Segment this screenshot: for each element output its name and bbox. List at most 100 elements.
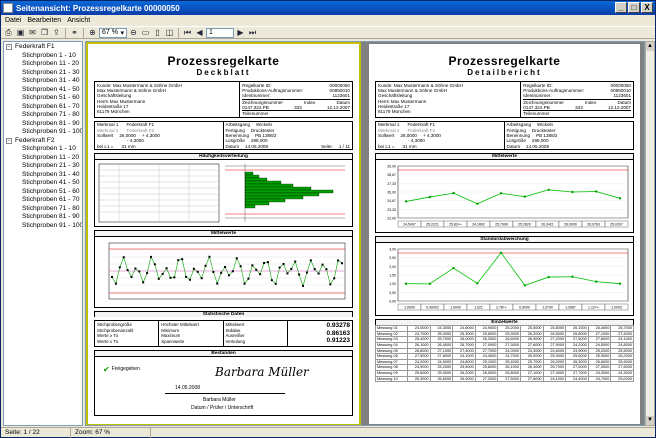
signer-name: Barbara Müller xyxy=(203,396,236,403)
values-table: Messung 01 24,0000 24,3000 24,6000 24,9000 25… xyxy=(375,325,634,383)
tree-item[interactable]: Stichproben 71 - 80 xyxy=(4,111,82,120)
data-point xyxy=(247,277,250,280)
tree-item[interactable]: Stichproben 11 - 20 xyxy=(4,60,82,69)
tree-item[interactable]: Stichproben 91 - 100 xyxy=(4,128,82,137)
preview-area[interactable]: Prozessregelkarte Deckblatt Kunde: Max M… xyxy=(85,41,645,426)
tree-item[interactable]: Stichproben 21 - 30 xyxy=(4,69,82,78)
last-page-icon[interactable]: ⏭ xyxy=(247,27,258,38)
tree-item[interactable]: Stichproben 1 - 10 xyxy=(4,145,82,154)
minimize-button[interactable]: _ xyxy=(615,2,627,13)
table-cell: 24,1000 xyxy=(542,375,567,383)
tree-group[interactable]: − Federkraft F1 xyxy=(4,43,82,52)
save-icon[interactable]: ▣ xyxy=(15,27,26,38)
status-zoom: Zoom: 67 % xyxy=(71,428,151,438)
data-point xyxy=(325,268,328,271)
tree-item[interactable]: Stichproben 31 - 40 xyxy=(4,77,82,86)
cp-value: 0.93278 xyxy=(326,322,351,330)
next-page-icon[interactable]: ▶ xyxy=(235,27,246,38)
tree-item[interactable]: Stichproben 61 - 70 xyxy=(4,103,82,112)
data-point xyxy=(169,277,172,280)
value-label: 2,78++ xyxy=(496,306,507,310)
table-cell: 26,3000 xyxy=(406,375,431,383)
copy-icon[interactable]: ❐ xyxy=(39,27,50,38)
tree-item[interactable]: Stichproben 51 - 60 xyxy=(4,94,82,103)
vertical-scrollbar[interactable]: ▲ ▼ xyxy=(645,41,655,426)
close-button[interactable]: X xyxy=(641,2,653,13)
data-point xyxy=(404,200,408,203)
data-point xyxy=(499,192,503,195)
tree-item[interactable]: Stichproben 11 - 20 xyxy=(4,154,82,163)
date-value: 12.12.2007 xyxy=(327,104,350,110)
length-value: 31 mm xyxy=(121,143,136,149)
print-icon[interactable]: ⎙ xyxy=(3,27,14,38)
two-page-icon[interactable]: ◫ xyxy=(164,27,175,38)
y-tick-label: 30,00 xyxy=(387,165,396,169)
status-bar: Seite: 1 / 22 Zoom: 67 % xyxy=(1,427,655,438)
value-label: 1,3790 xyxy=(542,306,553,310)
feature-table: Merkmal 1 Federkraft F1 Merkmal 2 Federkra… xyxy=(375,121,634,151)
window-title: Seitenansicht: Prozessregelkarte 0000005… xyxy=(16,3,180,13)
collapse-icon[interactable]: − xyxy=(6,137,12,144)
tree-item[interactable]: Stichproben 61 - 70 xyxy=(4,196,82,205)
stddev-line-svg: 3,00 2,50 2,00 1,50 1,00 0,50 0,00 1,0000 0,9900… xyxy=(389,248,629,311)
tree-item[interactable]: Stichproben 41 - 50 xyxy=(4,179,82,188)
zoom-select[interactable]: 67 % ▾ xyxy=(99,27,127,38)
tree-item[interactable]: Stichproben 81 - 90 xyxy=(4,213,82,222)
stats-title: Statistische Daten xyxy=(94,311,353,318)
mean-line-chart: 30,00 28,67 27,33 26,00 24,67 23,33 22,00 24,54… xyxy=(375,159,634,234)
maximize-button[interactable]: □ xyxy=(628,2,640,13)
tree-group[interactable]: − Federkraft F2 xyxy=(4,137,82,146)
data-point xyxy=(476,202,479,206)
title-bar[interactable]: Seitenansicht: Prozessregelkarte 0000005… xyxy=(1,1,655,15)
data-point xyxy=(547,276,550,279)
chevron-down-icon: ▾ xyxy=(120,29,124,37)
report-page-cover[interactable]: Prozessregelkarte Deckblatt Kunde: Max M… xyxy=(86,42,361,425)
page-number-input[interactable]: 1 xyxy=(206,27,234,38)
value-label: 1,3987 xyxy=(565,306,576,310)
tree-item[interactable]: Stichproben 71 - 80 xyxy=(4,205,82,214)
export-icon[interactable]: ⇪ xyxy=(51,27,62,38)
scroll-up-icon[interactable]: ▲ xyxy=(646,42,654,51)
preview-window: Seitenansicht: Prozessregelkarte 0000005… xyxy=(0,0,656,438)
first-page-icon[interactable]: ⏮ xyxy=(182,27,193,38)
mean-chart xyxy=(94,236,353,309)
tree-item[interactable]: Stichproben 31 - 40 xyxy=(4,171,82,180)
data-point xyxy=(239,265,242,268)
zoom-value: 67 % xyxy=(102,29,118,36)
menu-bearbeiten[interactable]: Bearbeiten xyxy=(27,17,61,24)
binoculars-icon[interactable]: ⚭ xyxy=(69,27,80,38)
tree-item[interactable]: Stichproben 1 - 10 xyxy=(4,52,82,61)
index-label: Index xyxy=(585,99,597,105)
released-label: Freigegeben xyxy=(111,366,140,373)
report-page-detail[interactable]: Prozessregelkarte Detailbericht Kunde: M… xyxy=(369,44,640,424)
stats-table: Stichprobengröße Stichprobenanzahl Werte ≥… xyxy=(94,320,353,347)
menu-datei[interactable]: Datei xyxy=(5,17,21,24)
value-label: 0,9000 xyxy=(519,306,530,310)
tree-item[interactable]: Stichproben 41 - 50 xyxy=(4,86,82,95)
value-label: 25,0297 xyxy=(610,223,623,227)
tree-item[interactable]: Stichproben 51 - 60 xyxy=(4,188,82,197)
scroll-down-icon[interactable]: ▼ xyxy=(646,416,654,425)
length-value: 31 mm xyxy=(402,143,417,149)
data-point xyxy=(255,269,258,272)
data-point xyxy=(181,258,184,261)
navigation-tree[interactable]: − Federkraft F1 Stichproben 1 - 10 Stichpro… xyxy=(3,41,83,426)
y-tick-label: 26,00 xyxy=(387,191,396,195)
value-label: 26,3421 xyxy=(541,223,554,227)
tree-item[interactable]: Stichproben 21 - 30 xyxy=(4,162,82,171)
table-cell: 26,9000 xyxy=(452,375,476,383)
data-point xyxy=(138,270,141,273)
value-label: 26,0763 xyxy=(587,223,600,227)
prev-page-icon[interactable]: ◀ xyxy=(194,27,205,38)
tree-item[interactable]: Stichproben 91 - 100 xyxy=(4,222,82,231)
mail-icon[interactable]: ✉ xyxy=(27,27,38,38)
zoom-in-icon[interactable]: ⊕ xyxy=(87,27,98,38)
menu-ansicht[interactable]: Ansicht xyxy=(67,17,90,24)
zoom-out-icon[interactable]: ⊖ xyxy=(128,27,139,38)
data-point xyxy=(302,285,305,288)
data-point xyxy=(286,272,289,275)
fit-page-icon[interactable]: ▭ xyxy=(140,27,151,38)
fit-width-icon[interactable]: ▯ xyxy=(152,27,163,38)
collapse-icon[interactable]: − xyxy=(6,44,12,51)
tree-item[interactable]: Stichproben 81 - 90 xyxy=(4,120,82,129)
